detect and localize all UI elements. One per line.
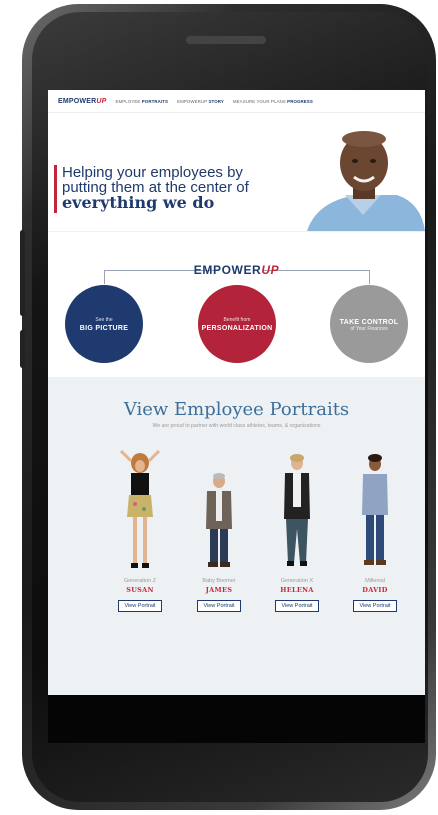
- portrait-card-helena: Generation X HELENA View Portrait: [257, 449, 337, 612]
- view-portrait-button[interactable]: View Portrait: [353, 600, 397, 612]
- portraits-section: View Employee Portraits We are proud to …: [48, 377, 425, 695]
- david-figure: [362, 454, 388, 565]
- generation-label: Generation X: [280, 578, 314, 584]
- top-nav: EMPOWERUP EMPLOYEE PORTRAITS EMPOWERUP S…: [48, 90, 425, 113]
- empower-section: EMPOWERUP See the BIG PICTURE Benefit fr…: [48, 231, 425, 377]
- hero-line-1: Helping your employees by: [62, 164, 243, 181]
- hero-accent-bar: [54, 165, 57, 213]
- susan-figure: [119, 449, 161, 568]
- hero-section: Helping your employees by putting them a…: [48, 113, 425, 231]
- circle-caption: Benefit from: [223, 316, 251, 323]
- nav-link-story[interactable]: EMPOWERUP STORY: [177, 99, 224, 104]
- circle-title: TAKE CONTROL: [339, 318, 399, 326]
- generation-label: Millenial: [365, 578, 385, 584]
- circle-title: PERSONALIZATION: [201, 324, 273, 332]
- portrait-card-david: Millenial DAVID View Portrait: [335, 449, 415, 612]
- circle-caption: of Your Finances: [350, 325, 388, 332]
- nav-link-portraits[interactable]: EMPLOYEE PORTRAITS: [115, 99, 168, 104]
- portraits-subtitle: We are proud to partner with world class…: [152, 423, 321, 429]
- nav-link-progress[interactable]: MEASURE YOUR PLANS PROGRESS: [233, 99, 313, 104]
- person-name: DAVID: [362, 586, 388, 594]
- helena-figure: [284, 454, 310, 566]
- screen-bottom-bar: [48, 695, 425, 743]
- portrait-card-james: Baby Boomer JAMES View Portrait: [179, 449, 259, 612]
- empower-up-logo: EMPOWERUP: [193, 263, 280, 277]
- generation-label: Generation Z: [123, 578, 157, 584]
- view-portrait-button[interactable]: View Portrait: [118, 600, 162, 612]
- view-portrait-button[interactable]: View Portrait: [197, 600, 241, 612]
- speaker-grille: [186, 36, 266, 44]
- hero-portrait-photo: [297, 123, 425, 231]
- person-name: JAMES: [205, 586, 233, 594]
- take-control-circle[interactable]: TAKE CONTROL of Your Finances: [330, 285, 408, 363]
- power-button: [20, 330, 25, 368]
- generation-label: Baby Boomer: [202, 578, 236, 584]
- portraits-title: View Employee Portraits: [123, 399, 350, 420]
- circle-caption: See the: [95, 316, 113, 323]
- person-name: HELENA: [280, 586, 314, 594]
- person-name: SUSAN: [126, 586, 154, 594]
- big-picture-circle[interactable]: See the BIG PICTURE: [65, 285, 143, 363]
- personalization-circle[interactable]: Benefit from PERSONALIZATION: [198, 285, 276, 363]
- james-figure: [206, 473, 232, 567]
- phone-screen: EMPOWERUP EMPLOYEE PORTRAITS EMPOWERUP S…: [48, 90, 425, 695]
- hero-headline: Helping your employees by putting them a…: [62, 164, 262, 212]
- circle-title: BIG PICTURE: [79, 324, 129, 332]
- volume-button: [20, 230, 25, 316]
- hero-line-3: everything we do: [62, 193, 215, 212]
- empower-logo[interactable]: EMPOWERUP: [58, 98, 106, 105]
- view-portrait-button[interactable]: View Portrait: [275, 600, 319, 612]
- portrait-card-susan: Generation Z SUSAN View Portrait: [100, 449, 180, 612]
